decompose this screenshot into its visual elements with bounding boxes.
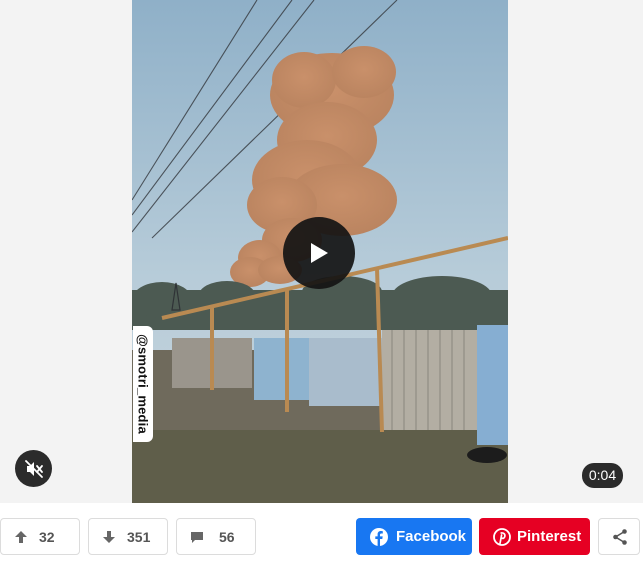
comments-button[interactable]: 56	[176, 518, 256, 555]
unmute-button[interactable]	[15, 450, 52, 487]
arrow-up-icon	[15, 531, 27, 543]
downvote-button[interactable]: 351	[88, 518, 168, 555]
video-player[interactable]: @smotri_media 0:04	[0, 0, 643, 503]
play-icon	[311, 243, 328, 263]
speech-bubble-icon	[191, 532, 203, 543]
pinterest-share-button[interactable]: Pinterest	[479, 518, 590, 555]
video-duration: 0:04	[582, 463, 623, 488]
muted-speaker-icon	[24, 459, 43, 478]
facebook-share-button[interactable]: Facebook	[356, 518, 472, 555]
downvote-count: 351	[127, 529, 151, 545]
facebook-icon	[370, 528, 388, 546]
arrow-down-icon	[103, 531, 115, 543]
pinterest-label: Pinterest	[517, 528, 582, 545]
facebook-label: Facebook	[396, 528, 467, 545]
watermark-text: @smotri_media	[135, 334, 151, 434]
channel-watermark: @smotri_media	[133, 326, 153, 442]
play-button[interactable]	[283, 217, 355, 289]
share-icon	[613, 529, 627, 545]
action-bar: 32 351 56 Facebook Pinterest	[0, 518, 643, 556]
comment-count: 56	[219, 529, 235, 545]
more-share-button[interactable]	[598, 518, 640, 555]
upvote-button[interactable]: 32	[0, 518, 80, 555]
upvote-count: 32	[39, 529, 55, 545]
pinterest-icon	[493, 528, 511, 546]
